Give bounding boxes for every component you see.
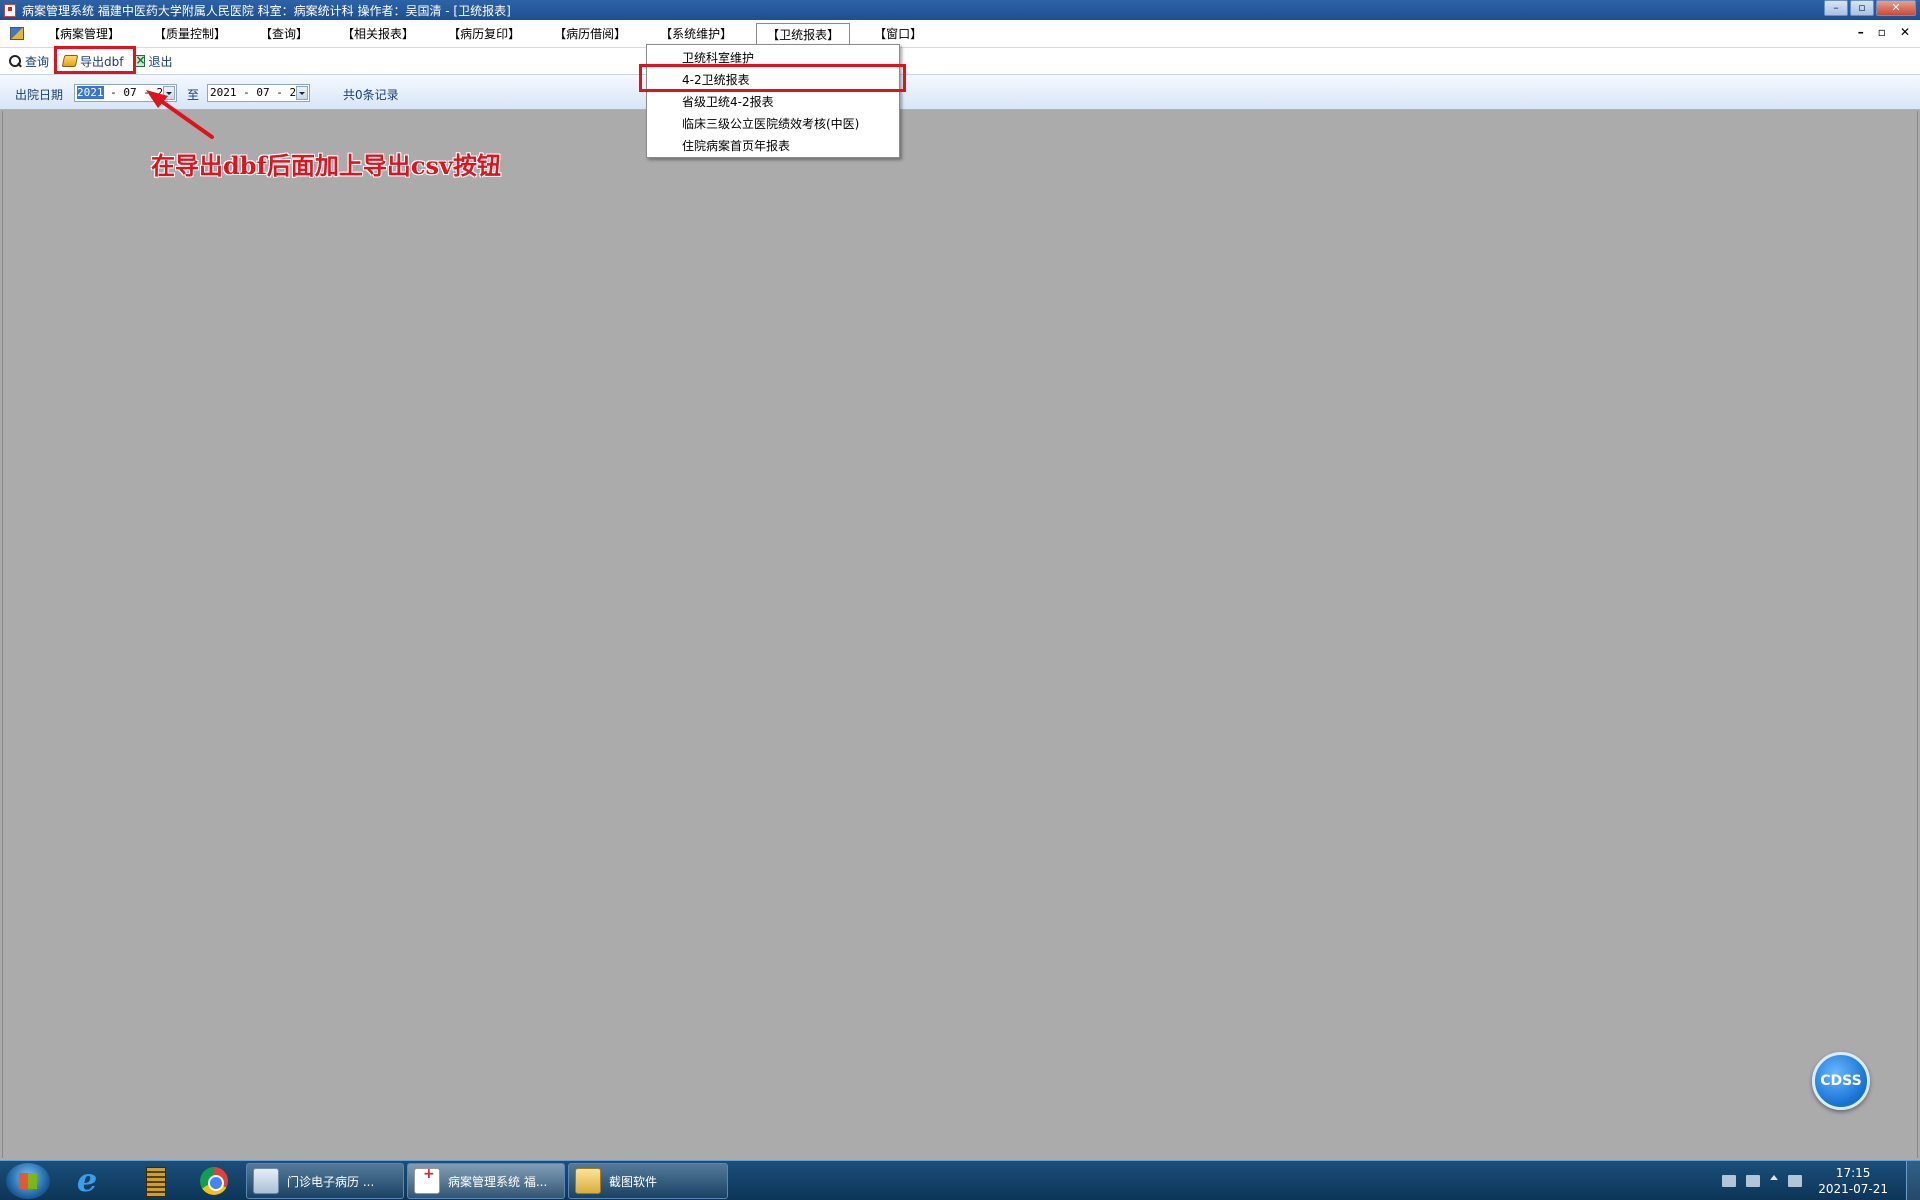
title-bar: 病案管理系统 福建中医药大学附属人民医院 科室：病案统计科 操作者：吴国清 - … <box>0 0 1920 20</box>
mdi-restore-button[interactable]: ▫ <box>1878 25 1886 39</box>
query-button-label: 查询 <box>25 54 50 69</box>
mdi-minimize-button[interactable]: – <box>1858 25 1864 39</box>
minimize-button[interactable]: – <box>1824 0 1848 16</box>
menu-record-copy[interactable]: 【病历复印】 <box>438 23 530 45</box>
medical-record-icon <box>414 1166 440 1194</box>
menu-related-reports[interactable]: 【相关报表】 <box>332 23 424 45</box>
discharge-date-label: 出院日期 <box>15 88 64 102</box>
window-title: 病案管理系统 福建中医药大学附属人民医院 科室：病案统计科 操作者：吴国清 - … <box>22 3 511 18</box>
mdi-close-button[interactable]: ✕ <box>1900 25 1910 39</box>
clock-date: 2021-07-21 <box>1818 1182 1888 1196</box>
menu-record-borrow[interactable]: 【病历借阅】 <box>544 23 636 45</box>
dropdown-item-tcm-performance[interactable]: 临床三级公立医院绩效考核(中医) <box>647 113 899 135</box>
system-tray: 17:15 2021-07-21 <box>1722 1161 1920 1200</box>
toolbar: 查询 导出dbf 退出 <box>0 48 1920 74</box>
clinic-app-icon <box>253 1168 279 1194</box>
dropdown-item-inpatient-annual-report[interactable]: 住院病案首页年报表 <box>647 135 899 157</box>
record-count: 共0条记录 <box>343 88 399 102</box>
start-date-year: 2021 <box>77 86 104 99</box>
mdi-client-area <box>2 111 1918 1158</box>
annotation-4-2-report-highlight <box>639 64 906 92</box>
taskbar-item-case-management[interactable]: 病案管理系统 福... <box>407 1163 565 1199</box>
folder-icon <box>575 1168 601 1194</box>
cdss-button[interactable]: CDSS <box>1812 1052 1870 1110</box>
maximize-button[interactable]: ▫ <box>1850 0 1874 16</box>
taskbar-item-label: 截图软件 <box>609 1174 658 1189</box>
mdi-child-controls: – ▫ ✕ <box>1858 25 1910 39</box>
mdi-window-icon[interactable] <box>10 27 24 40</box>
annotation-arrow-icon <box>146 90 214 139</box>
chrome-icon[interactable] <box>190 1164 236 1198</box>
menu-bar: 【病案管理】 【质量控制】 【查询】 【相关报表】 【病历复印】 【病历借阅】 … <box>0 20 1920 48</box>
health-statistics-dropdown: 卫统科室维护 4-2卫统报表 省级卫统4-2报表 临床三级公立医院绩效考核(中医… <box>646 44 900 158</box>
chevron-down-icon[interactable] <box>296 86 308 100</box>
close-button[interactable]: ✕ <box>1876 0 1916 16</box>
menu-window[interactable]: 【窗口】 <box>864 23 932 45</box>
start-button[interactable] <box>6 1163 50 1199</box>
annotation-text: 在导出dbf后面加上导出csv按钮 <box>151 151 501 180</box>
exit-button[interactable]: 退出 <box>129 50 176 72</box>
window-controls: – ▫ ✕ <box>1824 0 1916 16</box>
taskbar-item-label: 门诊电子病历 ... <box>287 1174 375 1189</box>
annotation-export-dbf-highlight <box>54 46 136 74</box>
app-icon <box>4 3 16 17</box>
flag-icon[interactable] <box>1788 1175 1803 1187</box>
clock[interactable]: 17:15 2021-07-21 <box>1818 1165 1888 1197</box>
network-icon[interactable] <box>1746 1175 1761 1187</box>
menu-query[interactable]: 【查询】 <box>250 23 318 45</box>
menu-quality-control[interactable]: 【质量控制】 <box>144 23 236 45</box>
calculator-icon[interactable] <box>132 1164 178 1198</box>
taskbar-item-clinic-emr[interactable]: 门诊电子病历 ... <box>246 1163 404 1199</box>
taskbar-item-label: 病案管理系统 福... <box>448 1174 548 1189</box>
show-desktop-button[interactable] <box>1906 1161 1920 1200</box>
menu-health-statistics-reports[interactable]: 【卫统报表】 <box>756 22 851 46</box>
dropdown-item-provincial-4-2-report[interactable]: 省级卫统4-2报表 <box>647 91 899 113</box>
search-icon <box>8 54 22 68</box>
filter-bar: 出院日期 2021 - 07 - 21 至 2021 - 07 - 21 共0条… <box>0 74 1920 110</box>
exit-button-label: 退出 <box>148 54 173 69</box>
menu-system-maintenance[interactable]: 【系统维护】 <box>650 23 742 45</box>
internet-explorer-icon[interactable]: e <box>64 1164 110 1198</box>
clock-time: 17:15 <box>1835 1166 1871 1180</box>
taskbar-item-screenshot-tool[interactable]: 截图软件 <box>568 1163 728 1199</box>
menu-case-management[interactable]: 【病案管理】 <box>38 23 130 45</box>
show-hidden-icons-icon[interactable] <box>1770 1175 1779 1180</box>
taskbar: e 门诊电子病历 ... 病案管理系统 福... 截图软件 17:15 2021… <box>0 1160 1920 1200</box>
keyboard-icon[interactable] <box>1722 1175 1737 1187</box>
query-button[interactable]: 查询 <box>4 50 53 72</box>
